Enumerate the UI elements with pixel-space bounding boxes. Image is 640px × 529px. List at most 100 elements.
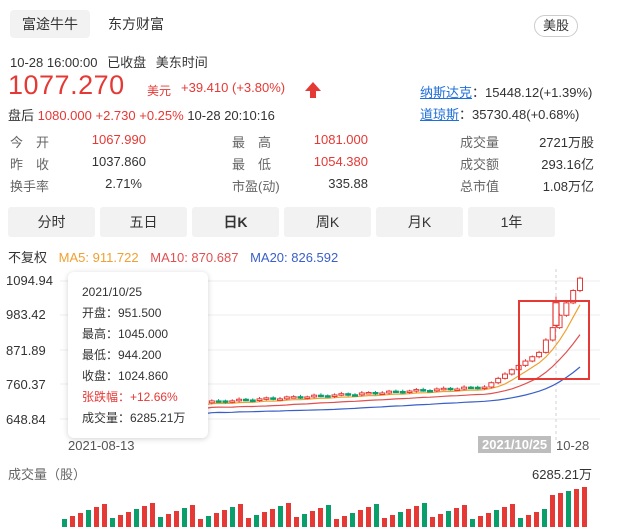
tab-one-year[interactable]: 1年	[468, 207, 555, 237]
candle-body	[433, 388, 440, 392]
candle-body	[577, 277, 583, 292]
tooltip-open: 开盘：951.500	[82, 306, 162, 320]
volume-bar	[270, 509, 275, 527]
volume-bar	[318, 508, 323, 527]
candle-body	[324, 395, 331, 398]
source-tabs-bar: 富途牛牛 东方财富 美股	[0, 0, 640, 44]
volume-bar	[214, 513, 219, 527]
candle-body	[508, 369, 515, 375]
tab-futu[interactable]: 富途牛牛	[10, 10, 90, 38]
tab-weekly-k[interactable]: 周K	[284, 207, 371, 237]
tooltip-date: 2021/10/25	[82, 285, 143, 299]
status-timezone: 美东时间	[155, 55, 208, 70]
volume-label: 成交量	[460, 135, 500, 150]
volume-bar	[110, 518, 115, 527]
x-tick-start: 2021-08-13	[68, 438, 135, 453]
low-label: 最 低	[232, 157, 272, 172]
price-change-value: +39.410	[181, 80, 229, 95]
candle-body	[379, 392, 386, 395]
candle-body	[256, 398, 263, 402]
index-dow[interactable]: 道琼斯：35730.48(+0.68%)	[420, 104, 579, 123]
volume-bar	[102, 504, 107, 527]
candle-body	[277, 398, 283, 401]
x-tick-end: 10-28	[556, 438, 590, 453]
volume-bar	[94, 507, 99, 527]
market-badge[interactable]: 美股	[533, 15, 578, 37]
volume-bar	[454, 508, 459, 527]
after-hours-label: 盘后	[8, 108, 35, 123]
index-name[interactable]: 道琼斯	[420, 107, 459, 122]
volume-bar	[582, 487, 587, 527]
volume-bar	[406, 509, 411, 527]
volume-bar	[382, 518, 387, 527]
volume-bar	[414, 506, 419, 527]
volume-bar	[526, 515, 531, 527]
x-tick-cursor: 2021/10/25	[478, 436, 552, 453]
volume-bar	[78, 513, 83, 527]
volume-bar	[326, 505, 331, 527]
candle-body	[229, 400, 236, 403]
volume-bar	[366, 507, 371, 527]
candle-body	[297, 396, 304, 399]
volume-bar	[342, 516, 347, 527]
volume-bar	[118, 515, 123, 527]
ma10-label: MA10: 870.687	[150, 250, 239, 265]
highlight-box	[518, 300, 590, 380]
after-hours-row: 盘后 1080.000 +2.730 +0.25% 10-28 20:10:16	[8, 105, 275, 124]
open-value: 1067.990	[91, 132, 146, 147]
volume-bar	[126, 512, 131, 527]
high-label: 最 高	[232, 135, 272, 150]
candle-body	[215, 400, 222, 403]
candle-body	[392, 390, 399, 394]
candle-body	[406, 390, 413, 393]
volume-bar	[62, 519, 67, 527]
volume-bar	[374, 504, 379, 527]
tab-daily-k[interactable]: 日K	[192, 207, 279, 237]
volume-bar	[574, 489, 579, 527]
candle-body	[208, 400, 215, 404]
volume-bar	[550, 495, 555, 527]
price-change-pct: (+3.80%)	[231, 80, 286, 95]
candle-body	[338, 393, 345, 396]
candle-body	[249, 399, 256, 402]
tooltip-high: 最高：1045.000	[82, 327, 169, 341]
volume-bar	[222, 510, 227, 527]
tab-intraday[interactable]: 分时	[8, 207, 95, 237]
volume-bar	[310, 511, 315, 527]
volume-bar	[86, 510, 91, 527]
low-value: 1054.380	[313, 154, 368, 169]
index-nasdaq[interactable]: 纳斯达克：15448.12(+1.39%)	[420, 82, 592, 101]
price-unit: 美元	[147, 84, 172, 98]
volume-bar	[446, 511, 451, 527]
pe-label: 市盈(动)	[232, 179, 280, 194]
period-tabs: 分时 五日 日K 周K 月K 1年	[8, 207, 618, 239]
candle-body	[317, 394, 324, 398]
candle-body	[372, 392, 379, 395]
volume-bar	[534, 512, 539, 527]
volume-bar	[462, 505, 467, 527]
volume-bar	[350, 513, 355, 527]
index-value: 15448.12(+1.39%)	[485, 85, 593, 100]
tab-monthly-k[interactable]: 月K	[376, 207, 463, 237]
status-state: 已收盘	[107, 55, 147, 70]
y-tick: 871.89	[6, 343, 46, 358]
y-tick: 760.37	[6, 377, 46, 392]
volume-bar	[566, 491, 571, 527]
market-status: 10-28 16:00:00 已收盘 美东时间	[10, 52, 214, 71]
index-name[interactable]: 纳斯达克	[420, 85, 472, 100]
candle-body	[304, 396, 311, 399]
volume-bar	[198, 519, 203, 527]
tab-five-day[interactable]: 五日	[100, 207, 187, 237]
arrow-up-icon-stem	[310, 90, 316, 98]
volume-bar	[542, 509, 547, 527]
after-hours-pct: +0.25%	[139, 108, 184, 123]
after-hours-change: +2.730	[95, 108, 136, 123]
adjust-mode[interactable]: 不复权	[8, 250, 47, 265]
candle-body	[413, 389, 420, 392]
mktcap-value: 1.08万亿	[542, 179, 594, 194]
volume-bar	[254, 515, 259, 527]
candle-body	[467, 386, 474, 390]
tab-eastmoney[interactable]: 东方财富	[96, 10, 176, 38]
volume-bar	[470, 519, 475, 527]
last-price: 1077.270	[8, 70, 125, 100]
